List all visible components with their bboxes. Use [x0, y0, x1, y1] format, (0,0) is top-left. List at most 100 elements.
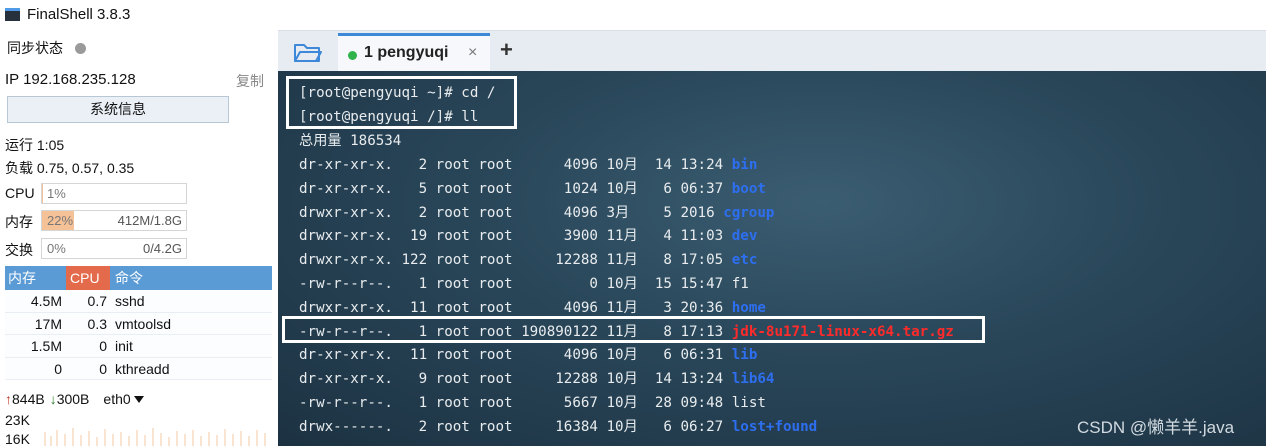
terminal-ls-line: dr-xr-xr-x. 2 root root 4096 10月 14 13:2… — [299, 154, 757, 176]
memory-meter-label: 内存 — [5, 214, 33, 230]
ls-entry-name: cgroup — [723, 204, 775, 221]
system-info-button[interactable]: 系统信息 — [7, 96, 229, 123]
ls-entry-meta: dr-xr-xr-x. 2 root root 4096 10月 14 13:2… — [299, 157, 732, 173]
ls-entry-meta: -rw-r--r--. 1 root root 5667 10月 28 09:4… — [299, 395, 732, 411]
process-command: kthreadd — [115, 360, 170, 377]
download-rate: 300B — [56, 391, 90, 407]
load-average: 负载 0.75, 0.57, 0.35 — [5, 160, 135, 176]
sidebar: 同步状态 IP 192.168.235.128 复制 系统信息 运行 1:05 … — [0, 30, 278, 446]
ls-entry-name: lib — [731, 347, 758, 364]
connection-status-dot — [348, 51, 357, 60]
ls-entry-name: bin — [731, 157, 758, 173]
terminal-ls-line: drwx------. 2 root root 16384 10月 6 06:2… — [299, 416, 817, 438]
process-memory: 0 — [54, 360, 62, 377]
network-graph — [44, 428, 266, 446]
ls-entry-meta: dr-xr-xr-x. 11 root root 4096 10月 6 06:3… — [299, 347, 732, 364]
upload-rate: 844B — [12, 391, 45, 407]
interface-select[interactable]: eth0 — [103, 391, 130, 407]
table-row[interactable]: 17M 0.3 vmtoolsd — [5, 312, 272, 335]
app-title: FinalShell 3.8.3 — [27, 6, 131, 23]
ls-entry-name: lost+found — [731, 418, 818, 435]
app-icon — [5, 8, 20, 21]
tab-session-1[interactable]: 1 pengyuqi × — [338, 33, 490, 72]
ls-entry-name: list — [731, 395, 766, 411]
terminal[interactable]: [root@pengyuqi ~]# cd / [root@pengyuqi /… — [278, 71, 1266, 446]
ls-entry-name: home — [731, 299, 766, 316]
process-command: sshd — [115, 293, 145, 309]
copy-ip-button[interactable]: 复制 — [236, 71, 264, 91]
terminal-total-line: 总用量 186534 — [299, 133, 402, 149]
terminal-ls-line: -rw-r--r--. 1 root root 0 10月 15 15:47 f… — [299, 273, 749, 295]
swap-meter-percent: 0% — [47, 241, 66, 256]
cpu-meter: CPU 1% — [5, 183, 187, 205]
ls-entry-name: etc — [731, 252, 758, 269]
process-table: 内存 CPU 命令 4.5M 0.7 sshd 17M 0.3 vmtoolsd… — [5, 266, 272, 380]
ls-entry-name: lib64 — [731, 371, 775, 388]
sync-status-dot — [75, 42, 86, 54]
swap-meter-bar: 0% 0/4.2G — [41, 238, 187, 259]
ls-entry-meta: dr-xr-xr-x. 9 root root 12288 10月 14 13:… — [299, 371, 732, 388]
memory-meter-percent: 22% — [47, 213, 74, 228]
ls-entry-meta: drwx------. 2 root root 16384 10月 6 06:2… — [299, 418, 732, 435]
table-row[interactable]: 1.5M 0 init — [5, 335, 272, 358]
swap-meter: 交换 0% 0/4.2G — [5, 238, 187, 260]
process-memory: 1.5M — [30, 338, 62, 354]
add-tab-button[interactable]: + — [500, 37, 513, 63]
process-cpu: 0.3 — [87, 315, 107, 332]
upload-arrow-icon: ↑ — [5, 391, 12, 407]
ls-entry-meta: dr-xr-xr-x. 5 root root 1024 10月 6 06:37 — [299, 180, 732, 197]
graph-label-top: 23K — [5, 412, 30, 428]
ls-entry-name: dev — [731, 228, 758, 245]
process-table-header: 内存 CPU 命令 — [5, 266, 272, 290]
ls-entry-meta: drwxr-xr-x. 19 root root 3900 11月 4 11:0… — [299, 228, 732, 245]
uptime: 运行 1:05 — [5, 137, 65, 153]
ls-entry-name: f1 — [731, 276, 749, 292]
col-header-memory[interactable]: 内存 — [5, 266, 66, 290]
chevron-down-icon[interactable] — [133, 395, 144, 403]
cpu-meter-percent: 1% — [47, 186, 66, 201]
highlight-box-commands — [286, 76, 517, 129]
process-cpu: 0 — [99, 360, 107, 377]
process-memory: 17M — [34, 315, 62, 332]
memory-meter: 内存 22% 412M/1.8G — [5, 210, 187, 232]
terminal-ls-line: dr-xr-xr-x. 5 root root 1024 10月 6 06:37… — [299, 178, 766, 200]
col-header-command[interactable]: 命令 — [110, 266, 143, 290]
process-cpu: 0.7 — [87, 293, 107, 309]
ls-entry-name: boot — [731, 180, 766, 197]
tab-bar: 1 pengyuqi × + — [278, 30, 1266, 72]
terminal-ls-line: drwxr-xr-x. 2 root root 4096 3月 5 2016 c… — [299, 202, 774, 224]
cpu-meter-fill — [42, 184, 44, 203]
graph-label-bottom: 16K — [5, 431, 30, 446]
swap-meter-value: 0/4.2G — [142, 241, 182, 256]
sync-status: 同步状态 — [7, 38, 86, 58]
cpu-meter-label: CPU — [5, 185, 35, 201]
ls-entry-meta: drwxr-xr-x. 2 root root 4096 3月 5 2016 — [299, 204, 724, 221]
folder-icon[interactable] — [292, 39, 322, 65]
title-bar: FinalShell 3.8.3 — [0, 0, 278, 30]
table-row[interactable]: 4.5M 0.7 sshd — [5, 290, 272, 313]
terminal-ls-line: dr-xr-xr-x. 11 root root 4096 10月 6 06:3… — [299, 344, 757, 366]
ls-entry-meta: drwxr-xr-x. 11 root root 4096 11月 3 20:3… — [299, 299, 732, 316]
terminal-ls-line: -rw-r--r--. 1 root root 5667 10月 28 09:4… — [299, 392, 766, 414]
terminal-ls-line: drwxr-xr-x. 19 root root 3900 11月 4 11:0… — [299, 225, 757, 247]
process-command: init — [115, 338, 133, 354]
ls-entry-meta: -rw-r--r--. 1 root root 0 10月 15 15:47 — [299, 276, 732, 292]
memory-meter-bar: 22% 412M/1.8G — [41, 210, 187, 231]
network-stats: ↑ 844B ↓ 300B eth0 — [5, 391, 144, 407]
tab-label: 1 pengyuqi — [364, 44, 449, 61]
cpu-meter-bar: 1% — [41, 183, 187, 204]
watermark: CSDN @懒羊羊.java — [1077, 418, 1235, 437]
table-row[interactable]: 0 0 kthreadd — [5, 357, 272, 380]
ls-entry-meta: drwxr-xr-x. 122 root root 12288 11月 8 17… — [299, 252, 732, 269]
terminal-ls-line: dr-xr-xr-x. 9 root root 12288 10月 14 13:… — [299, 368, 774, 390]
memory-meter-value: 412M/1.8G — [117, 213, 182, 228]
col-header-cpu[interactable]: CPU — [66, 266, 110, 290]
process-memory: 4.5M — [30, 293, 62, 309]
terminal-ls-line: drwxr-xr-x. 122 root root 12288 11月 8 17… — [299, 249, 757, 271]
close-icon[interactable]: × — [468, 44, 477, 62]
download-arrow-icon: ↓ — [49, 391, 57, 407]
sync-label: 同步状态 — [7, 40, 63, 56]
ip-address: IP 192.168.235.128 — [5, 71, 136, 88]
highlight-box-archive — [282, 316, 985, 343]
process-cpu: 0 — [99, 338, 107, 354]
